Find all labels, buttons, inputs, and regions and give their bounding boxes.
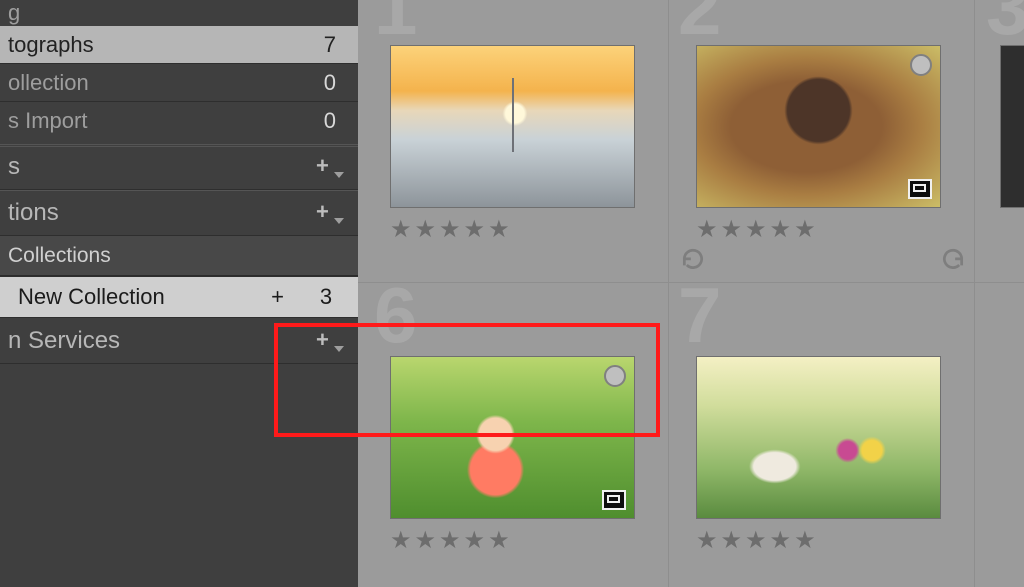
target-collection-plus-icon: +	[261, 284, 294, 310]
grid-separator	[974, 0, 975, 587]
folders-panel-header[interactable]: s	[0, 144, 358, 190]
catalog-item-label: ollection	[8, 70, 89, 96]
catalog-item-quickcollection[interactable]: ollection 0	[0, 64, 358, 102]
sidebar-top-stub-label: g	[8, 0, 20, 26]
publish-services-header[interactable]: n Services	[0, 318, 358, 364]
thumbnail-cell-1[interactable]	[390, 45, 635, 208]
catalog-item-photographs[interactable]: tographs 7	[0, 26, 358, 64]
thumbnail-image	[391, 46, 634, 207]
panel-divider	[0, 146, 358, 147]
smart-collections-label: Collections	[8, 244, 111, 268]
library-grid: 1 2 3 6 7 ★★★★★ ★★★★★ ★★★★★ ★★★★★	[358, 0, 1024, 587]
rotate-left-icon[interactable]	[680, 248, 706, 274]
thumbnail-image	[391, 357, 634, 518]
cell-index-6: 6	[374, 270, 413, 361]
smart-collections-header[interactable]: Collections	[0, 236, 358, 276]
collections-header-label: tions	[8, 199, 59, 227]
rotate-right-icon[interactable]	[940, 248, 966, 274]
catalog-item-label: tographs	[8, 32, 94, 58]
collection-new-collection[interactable]: New Collection + 3	[0, 277, 358, 317]
thumbnail-cell-6[interactable]	[390, 356, 635, 519]
flag-marker-icon[interactable]	[604, 365, 626, 387]
rating-stars[interactable]: ★★★★★	[696, 526, 819, 555]
thumbnail-cell-3[interactable]	[1000, 45, 1024, 208]
sidebar-top-stub: g	[0, 0, 358, 26]
collection-label: New Collection	[0, 284, 261, 310]
thumbnail-cell-2[interactable]	[696, 45, 941, 208]
collections-panel-header[interactable]: tions	[0, 190, 358, 236]
stack-badge-icon[interactable]	[908, 179, 932, 199]
add-publish-service-icon[interactable]	[316, 331, 336, 351]
catalog-item-count: 0	[308, 70, 336, 96]
catalog-item-count: 7	[308, 32, 336, 58]
thumbnail-cell-7[interactable]	[696, 356, 941, 519]
rating-stars[interactable]: ★★★★★	[390, 215, 513, 244]
cell-index-7: 7	[678, 270, 717, 361]
rating-stars[interactable]: ★★★★★	[696, 215, 819, 244]
catalog-item-count: 0	[308, 108, 336, 134]
flag-marker-icon[interactable]	[910, 54, 932, 76]
grid-separator	[668, 0, 669, 587]
catalog-sidebar: g tographs 7 ollection 0 s Import 0 s ti…	[0, 0, 358, 587]
collection-count: 3	[294, 277, 358, 317]
add-folder-icon[interactable]	[316, 157, 336, 177]
add-collection-icon[interactable]	[316, 203, 336, 223]
rating-stars[interactable]: ★★★★★	[390, 526, 513, 555]
thumbnail-image	[697, 357, 940, 518]
stack-badge-icon[interactable]	[602, 490, 626, 510]
catalog-item-previmport[interactable]: s Import 0	[0, 102, 358, 140]
publish-services-label: n Services	[8, 327, 120, 355]
thumbnail-image	[697, 46, 940, 207]
folders-header-label: s	[8, 153, 20, 181]
grid-separator	[358, 282, 1024, 283]
catalog-item-label: s Import	[8, 108, 87, 134]
